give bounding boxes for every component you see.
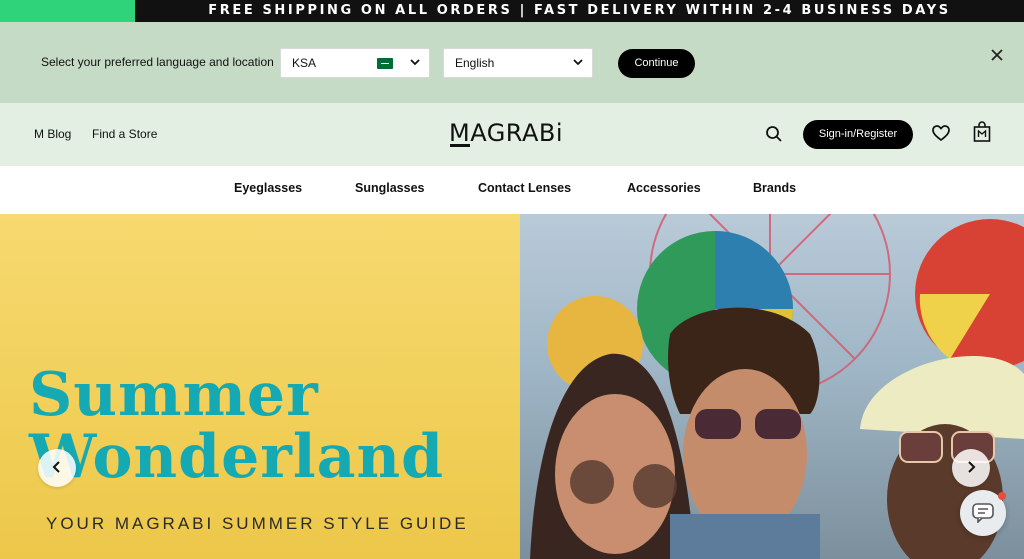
saudi-flag-icon (377, 58, 393, 69)
logo-underline (450, 144, 470, 147)
hero-photo (520, 214, 1024, 559)
nav-brands[interactable]: Brands (753, 166, 796, 210)
locale-bar: Select your preferred language and locat… (0, 22, 1024, 103)
search-icon[interactable] (765, 125, 783, 143)
shopping-bag-icon[interactable] (972, 121, 992, 143)
hero-tagline: YOUR MAGRABI SUMMER STYLE GUIDE (46, 514, 469, 533)
magrabi-logo[interactable]: MAGRABi (449, 119, 563, 147)
hero-headline-line1: Summer (29, 360, 319, 430)
continue-button[interactable]: Continue (618, 49, 695, 78)
announcement-accent (0, 0, 135, 22)
chat-icon (972, 503, 994, 528)
announcement-bar: FREE SHIPPING ON ALL ORDERS | FAST DELIV… (0, 0, 1024, 22)
nav-eyeglasses[interactable]: Eyeglasses (234, 166, 302, 210)
sign-in-register-button[interactable]: Sign-in/Register (803, 120, 913, 149)
heart-icon[interactable] (931, 123, 951, 143)
category-nav: Eyeglasses Sunglasses Contact Lenses Acc… (0, 166, 1024, 214)
chevron-left-icon (52, 460, 62, 476)
close-icon[interactable] (988, 45, 1006, 65)
carousel-prev-button[interactable] (38, 449, 76, 487)
m-blog-link[interactable]: M Blog (34, 103, 71, 166)
language-value: English (455, 56, 495, 70)
notification-dot (998, 492, 1006, 500)
hero-carousel[interactable]: Summer Wonderland YOUR MAGRABI SUMMER ST… (0, 214, 1024, 559)
hero-headline-line2: Wonderland (29, 422, 445, 492)
site-header: M Blog Find a Store MAGRABi Sign-in/Regi… (0, 103, 1024, 166)
locale-prompt: Select your preferred language and locat… (41, 55, 274, 69)
country-select[interactable]: KSA (280, 48, 430, 78)
country-value: KSA (292, 56, 317, 70)
hero-text-panel: Summer Wonderland YOUR MAGRABI SUMMER ST… (0, 214, 520, 559)
carousel-next-button[interactable] (952, 449, 990, 487)
find-a-store-link[interactable]: Find a Store (92, 103, 157, 166)
chevron-down-icon (573, 49, 583, 88)
nav-accessories[interactable]: Accessories (627, 166, 701, 210)
chevron-down-icon (410, 49, 420, 88)
language-select[interactable]: English (443, 48, 593, 78)
nav-contact-lenses[interactable]: Contact Lenses (478, 166, 571, 210)
nav-sunglasses[interactable]: Sunglasses (355, 166, 424, 210)
chevron-right-icon (966, 460, 976, 476)
announcement-message: FREE SHIPPING ON ALL ORDERS | FAST DELIV… (208, 3, 951, 18)
chat-button[interactable] (960, 490, 1006, 536)
